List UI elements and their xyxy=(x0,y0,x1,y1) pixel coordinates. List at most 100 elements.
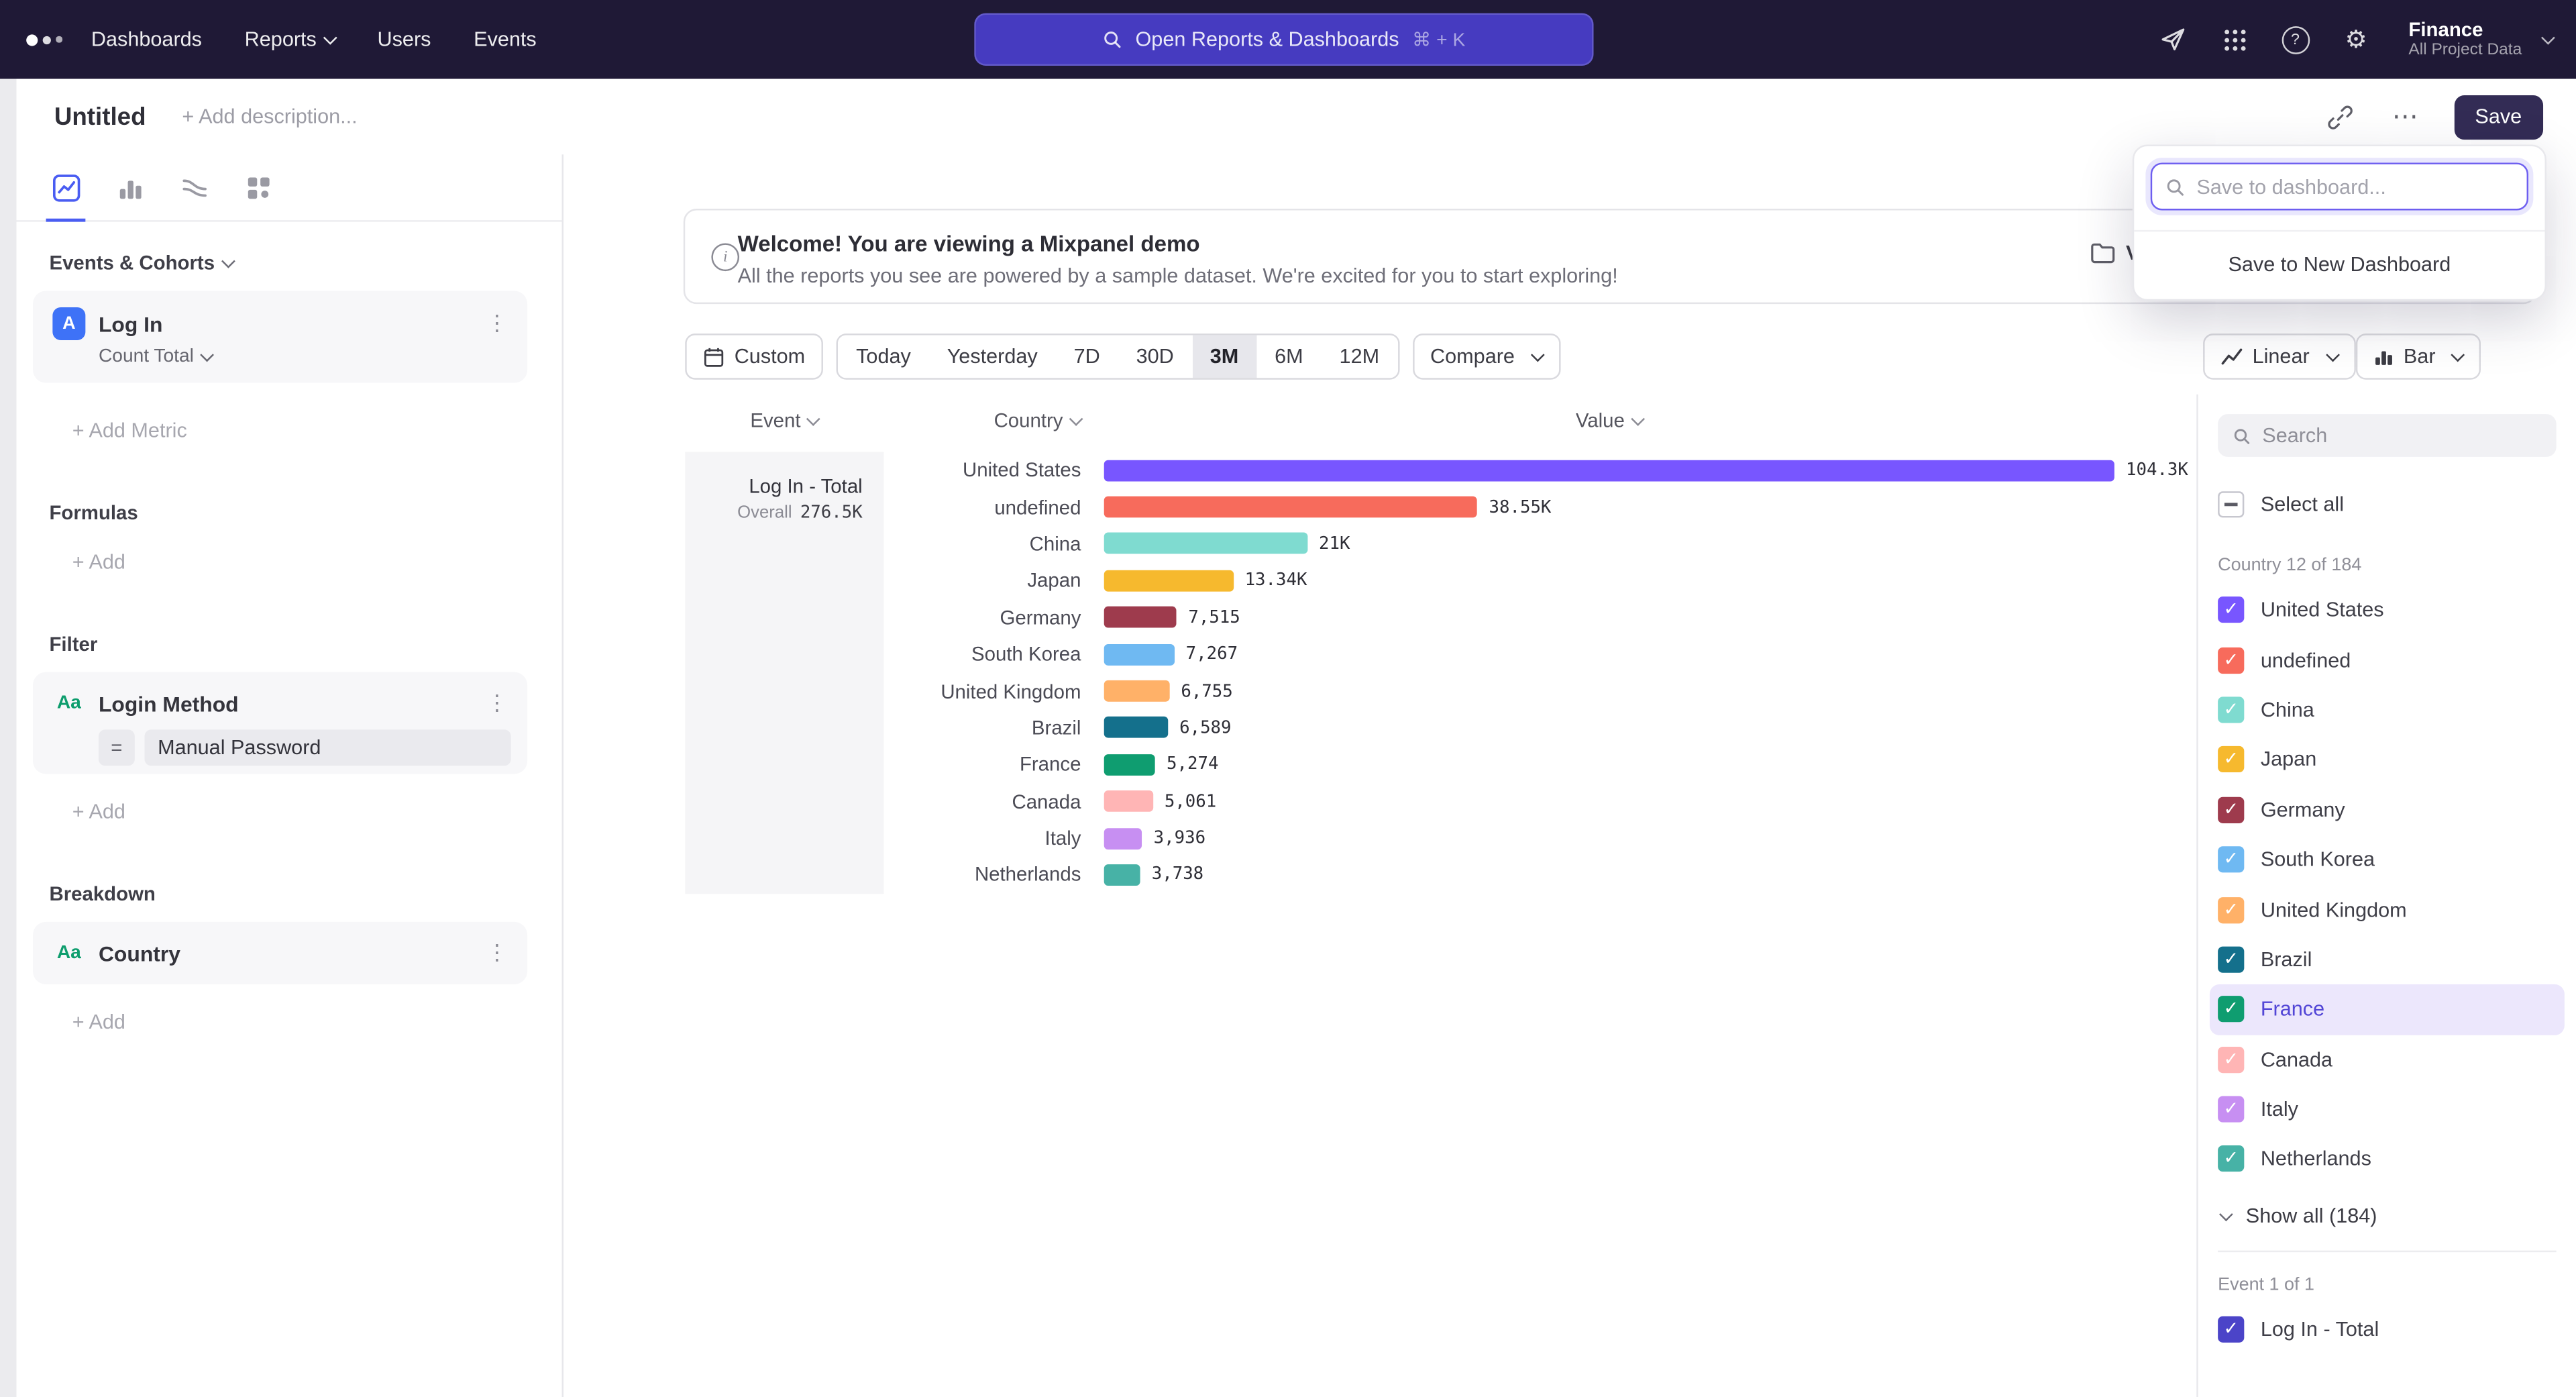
bar[interactable] xyxy=(1104,533,1307,555)
event-series-panel[interactable]: Log In - Total Overall 276.5K xyxy=(685,452,883,894)
legend-item[interactable]: ✓Italy xyxy=(2210,1084,2565,1134)
add-filter-button[interactable]: + Add xyxy=(16,800,561,823)
breakdown-card-country[interactable]: Aa Country ⋮ xyxy=(33,922,527,984)
apps-grid-icon[interactable] xyxy=(2220,25,2249,54)
share-link-icon[interactable] xyxy=(2322,99,2359,135)
filter-operator[interactable]: = xyxy=(99,729,135,766)
legend-checkbox[interactable]: ✓ xyxy=(2218,896,2244,923)
save-dashboard-search-input[interactable]: Save to dashboard... xyxy=(2151,162,2528,210)
filter-value-field[interactable]: Manual Password xyxy=(145,729,511,766)
legend-checkbox[interactable]: ✓ xyxy=(2218,1096,2244,1123)
global-search-button[interactable]: Open Reports & Dashboards ⌘ + K xyxy=(974,13,1593,66)
breakdown-property-name[interactable]: Country xyxy=(99,941,483,966)
segment-search-input[interactable]: Search xyxy=(2218,414,2556,457)
filter-card-login-method[interactable]: Aa Login Method ⋮ = Manual Password xyxy=(33,672,527,774)
bar[interactable] xyxy=(1104,570,1234,591)
legend-item[interactable]: ✓South Korea xyxy=(2210,835,2565,884)
select-all-checkbox[interactable] xyxy=(2218,491,2244,517)
metric-event-name[interactable]: Log In xyxy=(99,311,483,336)
nav-events[interactable]: Events xyxy=(474,28,537,51)
bar[interactable] xyxy=(1104,827,1142,849)
metric-card-login[interactable]: A Log In ⋮ Count Total xyxy=(33,291,527,382)
show-all-button[interactable]: Show all (184) xyxy=(2198,1194,2576,1237)
event-column-header[interactable]: Event xyxy=(685,409,883,432)
bar[interactable] xyxy=(1104,754,1155,776)
bar[interactable] xyxy=(1104,717,1168,739)
filter-property-name[interactable]: Login Method xyxy=(99,691,483,716)
more-options-button[interactable]: ⋯ xyxy=(2388,99,2424,135)
aggregation-selector[interactable]: Count Total xyxy=(33,340,527,383)
legend-checkbox[interactable]: ✓ xyxy=(2218,747,2244,773)
legend-item[interactable]: ✓ Canada xyxy=(2210,1035,2565,1084)
kebab-menu-icon[interactable]: ⋮ xyxy=(483,940,511,966)
legend-checkbox[interactable]: ✓ xyxy=(2218,946,2244,972)
legend-event-checkbox[interactable]: ✓ xyxy=(2218,1316,2244,1342)
project-switcher[interactable]: Finance All Project Data xyxy=(2408,19,2553,60)
legend-item[interactable]: ✓Netherlands xyxy=(2210,1135,2565,1184)
add-formula-button[interactable]: + Add xyxy=(16,550,561,573)
legend-checkbox[interactable]: ✓ xyxy=(2218,847,2244,873)
range-yesterday[interactable]: Yesterday xyxy=(929,335,1056,378)
legend-checkbox[interactable]: ✓ xyxy=(2218,996,2244,1023)
report-title[interactable]: Untitled xyxy=(54,103,146,131)
scale-selector-linear[interactable]: Linear xyxy=(2203,333,2355,380)
legend-item[interactable]: ✓China xyxy=(2210,685,2565,735)
legend-checkbox[interactable]: ✓ xyxy=(2218,796,2244,823)
range-6m[interactable]: 6M xyxy=(1256,335,1321,378)
value-column-header[interactable]: Value xyxy=(1104,409,2114,432)
country-column-header[interactable]: Country xyxy=(884,409,1081,432)
bar[interactable] xyxy=(1104,607,1177,628)
tab-bar-chart[interactable] xyxy=(113,154,146,220)
send-icon[interactable] xyxy=(2159,25,2188,54)
kebab-menu-icon[interactable]: ⋮ xyxy=(483,690,511,717)
chart-type-selector-bar[interactable]: Bar xyxy=(2356,333,2481,380)
tab-pivot[interactable] xyxy=(241,154,274,220)
range-12m[interactable]: 12M xyxy=(1322,335,1397,378)
legend-item[interactable]: ✓undefined xyxy=(2210,635,2565,684)
legend-event-item[interactable]: ✓ Log In - Total xyxy=(2210,1304,2565,1353)
nav-dashboards[interactable]: Dashboards xyxy=(91,28,202,51)
legend-checkbox[interactable]: ✓ xyxy=(2218,696,2244,723)
select-all-row[interactable]: Select all xyxy=(2198,480,2576,529)
save-button[interactable]: Save xyxy=(2454,95,2543,139)
bar[interactable] xyxy=(1104,460,2114,481)
bar[interactable] xyxy=(1104,497,1478,518)
range-today[interactable]: Today xyxy=(838,335,929,378)
bar[interactable] xyxy=(1104,680,1169,702)
nav-reports[interactable]: Reports xyxy=(245,28,335,51)
bar-value: 21K xyxy=(1319,534,1350,554)
legend-checkbox[interactable]: ✓ xyxy=(2218,1046,2244,1072)
bar[interactable] xyxy=(1104,643,1175,665)
save-to-new-dashboard[interactable]: Save to New Dashboard xyxy=(2134,231,2544,286)
legend-item[interactable]: ✓Germany xyxy=(2210,785,2565,835)
bar-row-label: France xyxy=(884,753,1081,776)
events-cohorts-heading[interactable]: Events & Cohorts xyxy=(16,252,561,274)
range-30d[interactable]: 30D xyxy=(1118,335,1192,378)
legend-item[interactable]: ✓Japan xyxy=(2210,735,2565,784)
compare-button[interactable]: Compare xyxy=(1412,333,1560,380)
kebab-menu-icon[interactable]: ⋮ xyxy=(483,311,511,337)
help-icon[interactable]: ? xyxy=(2280,25,2310,54)
segment-search-placeholder: Search xyxy=(2262,424,2327,447)
legend-checkbox[interactable]: ✓ xyxy=(2218,597,2244,623)
add-metric-button[interactable]: + Add Metric xyxy=(16,419,561,442)
add-breakdown-button[interactable]: + Add xyxy=(16,1011,561,1033)
bar[interactable] xyxy=(1104,864,1140,886)
add-description[interactable]: + Add description... xyxy=(182,105,357,128)
legend-item-label: Canada xyxy=(2261,1048,2332,1071)
legend-checkbox[interactable]: ✓ xyxy=(2218,1146,2244,1172)
custom-date-button[interactable]: Custom xyxy=(685,333,823,380)
legend-item[interactable]: ✓United Kingdom xyxy=(2210,884,2565,934)
tab-insights-chart[interactable] xyxy=(49,154,82,220)
legend-item[interactable]: ✓Brazil xyxy=(2210,935,2565,984)
range-3m[interactable]: 3M xyxy=(1192,335,1256,378)
bar[interactable] xyxy=(1104,790,1153,812)
legend-checkbox[interactable]: ✓ xyxy=(2218,647,2244,673)
range-7d[interactable]: 7D xyxy=(1056,335,1118,378)
gear-icon[interactable]: ⚙ xyxy=(2341,25,2371,54)
app-logo-icon[interactable] xyxy=(26,34,62,45)
legend-item[interactable]: ✓United States xyxy=(2210,585,2565,635)
tab-flows[interactable] xyxy=(177,154,210,220)
legend-item[interactable]: ✓France xyxy=(2210,984,2565,1034)
nav-users[interactable]: Users xyxy=(378,28,431,51)
